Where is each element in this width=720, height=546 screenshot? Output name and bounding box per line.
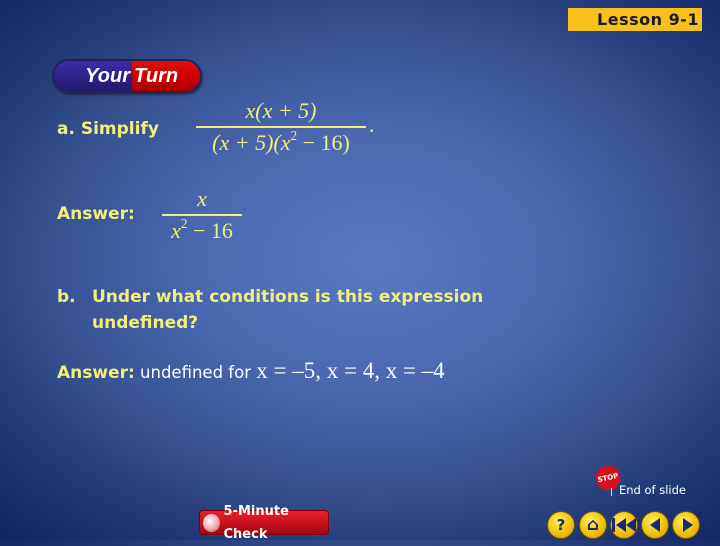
- part-b-answer-label: Answer:: [57, 363, 135, 383]
- home-button[interactable]: ⌂: [579, 511, 607, 539]
- answer-numerator: x: [197, 186, 207, 211]
- help-icon: ?: [556, 516, 566, 534]
- part-b-answer-text: undefined for: [134, 363, 257, 382]
- part-b-answer-math: x = –5, x = 4, x = –4: [256, 358, 445, 383]
- home-icon: ⌂: [586, 515, 600, 535]
- fraction-bar: [196, 126, 366, 128]
- slide: Lesson 9-1 Your Turn a. Simplify x(x + 5…: [0, 0, 720, 542]
- stop-sign-icon: STOP: [594, 464, 622, 492]
- stop-sign-pole: [611, 488, 612, 496]
- your-turn-badge: Your Turn: [52, 59, 202, 93]
- answer-denominator: x2 − 16: [171, 216, 233, 243]
- next-icon: [682, 518, 693, 532]
- part-a-expression: x(x + 5) (x + 5)(x2 − 16): [196, 98, 366, 156]
- part-b-label: b.: [57, 287, 76, 307]
- five-minute-check-label: 5-Minute Check: [223, 503, 289, 542]
- your-turn-badge-left: Your: [54, 61, 132, 91]
- part-a-answer: x x2 − 16: [162, 186, 242, 244]
- clock-icon: [203, 513, 220, 532]
- lesson-tag: Lesson 9-1: [568, 8, 702, 31]
- part-a-denominator: (x + 5)(x2 − 16): [212, 128, 350, 155]
- fraction-bar: [162, 214, 242, 216]
- your-turn-badge-right: Turn: [132, 61, 200, 91]
- part-b-question-line1: Under what conditions is this expression: [92, 287, 484, 307]
- part-a-answer-label: Answer:: [57, 204, 135, 224]
- first-slide-button[interactable]: [610, 511, 638, 539]
- part-a-numerator: x(x + 5): [245, 98, 317, 123]
- end-of-slide-label: End of slide: [619, 483, 687, 497]
- five-minute-check-button[interactable]: 5-Minute Check: [199, 504, 329, 542]
- help-button[interactable]: ?: [547, 511, 575, 539]
- next-slide-button[interactable]: [672, 511, 700, 539]
- rewind-icon: [612, 518, 636, 532]
- previous-icon: [650, 518, 660, 532]
- part-a-label: a. Simplify: [57, 119, 159, 139]
- previous-slide-button[interactable]: [641, 511, 669, 539]
- part-b-answer: Answer: undefined for x = –5, x = 4, x =…: [57, 358, 445, 384]
- part-a-period: .: [369, 112, 375, 137]
- part-b-question-line2: undefined?: [92, 313, 199, 333]
